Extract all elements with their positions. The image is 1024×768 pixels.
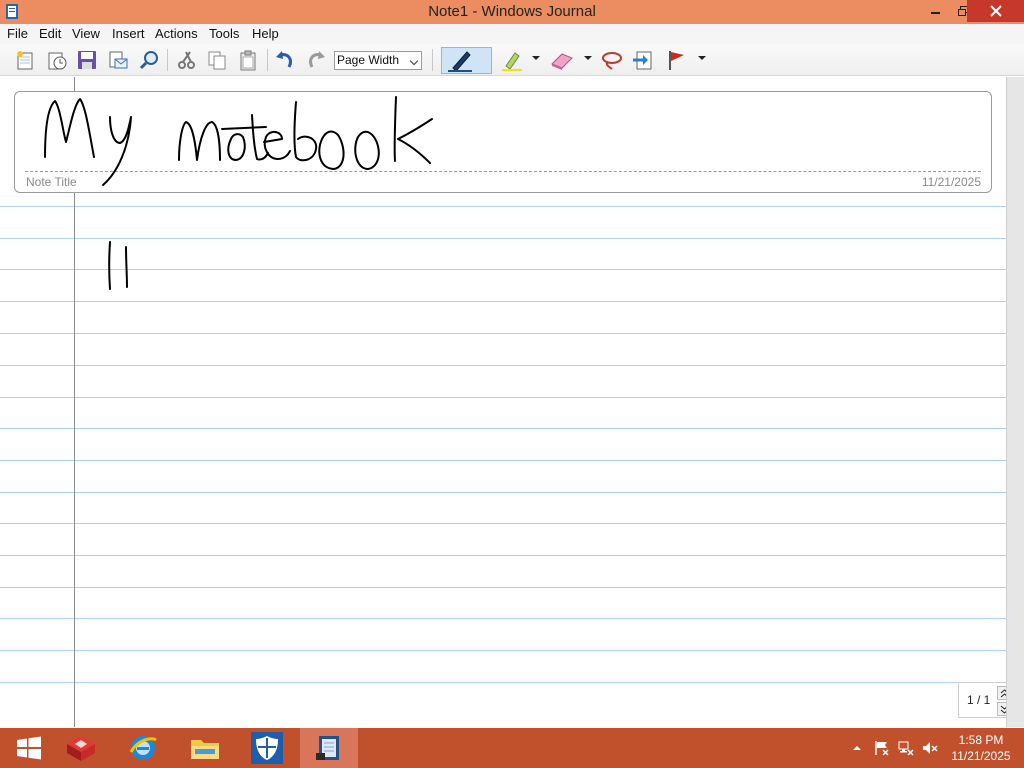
lasso-icon [602, 52, 622, 70]
title-bar: Note1 - Windows Journal [0, 0, 1024, 24]
lasso-button[interactable] [600, 48, 624, 72]
send-mail-button[interactable] [106, 48, 130, 72]
flag-icon [669, 51, 684, 70]
toolbar-separator [432, 49, 433, 71]
chevron-down-icon [409, 56, 419, 66]
volume-muted-icon [923, 742, 938, 754]
window-title: Note1 - Windows Journal [428, 3, 596, 20]
windows-defender-icon [251, 732, 283, 764]
highlighter-icon [502, 52, 522, 71]
next-page-button[interactable] [997, 702, 1006, 716]
taskbar-clock[interactable]: 1:58 PM 11/21/2025 [944, 732, 1018, 764]
pen-button-active[interactable] [441, 47, 492, 74]
redo-icon [309, 51, 325, 68]
paste-button[interactable] [236, 48, 260, 72]
cut-button[interactable] [174, 48, 198, 72]
show-hidden-icons-icon[interactable] [852, 743, 862, 753]
toolbar-separator [267, 49, 268, 71]
internet-explorer-button[interactable] [114, 728, 172, 768]
menu-insert[interactable]: Insert [112, 26, 145, 41]
open-button[interactable] [45, 48, 69, 72]
start-icon [17, 736, 41, 760]
zoom-select[interactable]: Page Width [334, 51, 422, 70]
journal-app-icon[interactable] [4, 3, 20, 20]
windows-journal-icon [316, 736, 339, 760]
paste-icon [240, 50, 256, 71]
note-page[interactable]: Note Title 11/21/2025 1 / 1 [0, 77, 1006, 727]
taskbar: 1:58 PM 11/21/2025 [0, 728, 1024, 768]
network-icon [898, 741, 914, 756]
zoom-value: Page Width [337, 53, 400, 67]
minimize-icon [931, 12, 940, 14]
minimize-button[interactable] [922, 0, 950, 22]
new-note-icon [17, 51, 33, 70]
highlighter-button[interactable] [500, 48, 524, 72]
windows-journal-button[interactable] [300, 728, 358, 768]
insert-space-button[interactable] [630, 48, 654, 72]
highlighter-dropdown-arrow[interactable] [532, 56, 540, 60]
volume-tray[interactable] [922, 728, 938, 768]
find-icon [139, 51, 158, 70]
action-center-tray[interactable] [874, 728, 890, 768]
menu-help[interactable]: Help [252, 26, 279, 41]
find-button[interactable] [137, 48, 161, 72]
toolbar-separator [167, 49, 168, 71]
menu-tools[interactable]: Tools [209, 26, 239, 41]
copy-button[interactable] [205, 48, 229, 72]
file-explorer-button[interactable] [176, 728, 234, 768]
start-button[interactable] [0, 728, 58, 768]
page-counter-text: 1 / 1 [967, 693, 991, 707]
handwritten-ink [44, 96, 433, 290]
menu-edit[interactable]: Edit [39, 26, 61, 41]
pen-icon [448, 51, 472, 72]
close-button[interactable] [967, 0, 1024, 22]
flag-dropdown-arrow[interactable] [698, 56, 706, 60]
internet-explorer-icon [129, 736, 157, 760]
open-icon [48, 52, 67, 70]
clock-time: 1:58 PM [958, 733, 1004, 747]
file-explorer-icon [191, 740, 219, 759]
save-button[interactable] [75, 48, 99, 72]
save-icon [78, 51, 96, 69]
undo-icon [276, 51, 292, 68]
cut-icon [178, 51, 195, 69]
flag-button[interactable] [665, 48, 689, 72]
menu-actions[interactable]: Actions [155, 26, 198, 41]
previous-page-button[interactable] [997, 686, 1006, 700]
windows-defender-button[interactable] [238, 728, 296, 768]
network-tray[interactable] [898, 728, 914, 768]
clock-date: 11/21/2025 [951, 749, 1011, 763]
send-mail-icon [109, 51, 128, 69]
close-icon [989, 5, 1002, 17]
menu-bar: File Edit View Insert Actions Tools Help [0, 24, 1024, 44]
menu-file[interactable]: File [7, 26, 28, 41]
eraser-dropdown-arrow[interactable] [584, 56, 592, 60]
eraser-icon [551, 53, 573, 70]
virtualbox-icon [67, 736, 95, 761]
undo-button[interactable] [273, 48, 297, 72]
eraser-button[interactable] [550, 48, 574, 72]
system-tray [852, 728, 862, 768]
action-center-flag-icon [875, 741, 889, 756]
new-note-button[interactable] [13, 48, 37, 72]
insert-space-icon [633, 51, 652, 70]
vertical-scrollbar[interactable] [1006, 77, 1024, 727]
copy-icon [208, 51, 226, 70]
redo-button[interactable] [304, 48, 328, 72]
menu-view[interactable]: View [72, 26, 100, 41]
toolbar [0, 44, 1024, 76]
page-counter: 1 / 1 [958, 682, 1006, 718]
virtualbox-button[interactable] [52, 728, 110, 768]
